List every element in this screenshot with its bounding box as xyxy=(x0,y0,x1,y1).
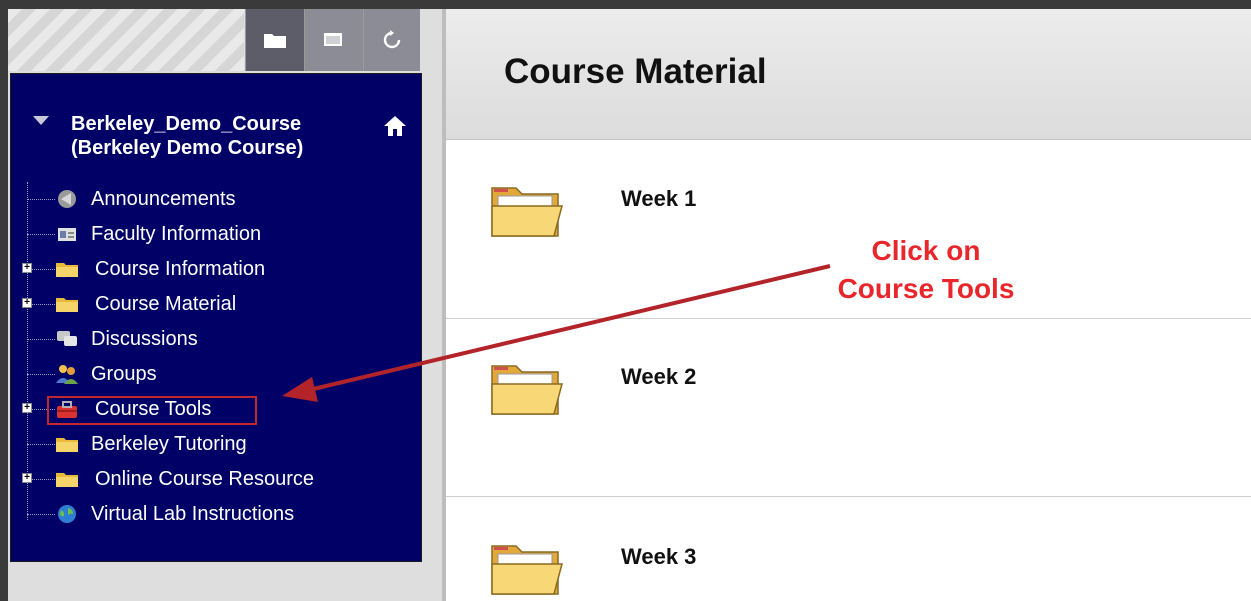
expand-icon[interactable]: + xyxy=(22,403,32,413)
window-top-border xyxy=(0,0,1251,9)
menu-item-discussions[interactable]: Discussions xyxy=(11,322,421,357)
menu-item-course-tools[interactable]: + Course Tools xyxy=(11,392,421,427)
menu-item-online-course-resource[interactable]: + Online Course Resource xyxy=(11,462,421,497)
menu-item-label: Faculty Information xyxy=(91,223,262,245)
menu-item-faculty-information[interactable]: Faculty Information xyxy=(11,217,421,252)
tree-branch xyxy=(27,234,55,235)
folder-view-icon xyxy=(264,34,286,48)
collapse-arrow-icon[interactable] xyxy=(33,116,49,125)
discussions-icon xyxy=(57,331,77,346)
menu-item-groups[interactable]: Groups xyxy=(11,357,421,392)
folder-icon[interactable] xyxy=(488,178,564,242)
annotation-callout: Click on Course Tools xyxy=(806,232,1046,308)
tree-branch xyxy=(27,444,55,445)
folder-view-button[interactable] xyxy=(245,9,304,71)
folder-icon[interactable] xyxy=(488,536,564,600)
expand-icon[interactable]: + xyxy=(22,473,32,483)
faculty-card-icon xyxy=(58,228,76,241)
menu-item-label: Berkeley Tutoring xyxy=(91,433,247,455)
row-separator xyxy=(446,496,1251,497)
tree-branch xyxy=(27,199,55,200)
home-icon[interactable] xyxy=(383,114,407,138)
menu-item-label: Virtual Lab Instructions xyxy=(91,503,295,525)
page-title: Course Material xyxy=(504,52,767,91)
globe-icon xyxy=(58,505,76,523)
menu-item-course-information[interactable]: + Course Information xyxy=(11,252,421,287)
announcements-icon xyxy=(58,190,76,208)
menu-item-label: Groups xyxy=(91,363,157,385)
course-title[interactable]: Berkeley_Demo_Course (Berkeley Demo Cour… xyxy=(71,112,303,160)
menu-item-label: Course Information xyxy=(95,258,266,280)
refresh-icon xyxy=(383,30,401,49)
week-3-link[interactable]: Week 3 xyxy=(621,544,696,570)
menu-item-label: Online Course Resource xyxy=(95,468,314,490)
folder-icon[interactable] xyxy=(488,356,564,420)
window-view-icon xyxy=(324,33,342,46)
window-view-button[interactable] xyxy=(304,9,363,71)
menu-item-announcements[interactable]: Announcements xyxy=(11,182,421,217)
week-1-link[interactable]: Week 1 xyxy=(621,186,696,212)
course-title-line1: Berkeley_Demo_Course xyxy=(71,113,302,135)
window-left-border xyxy=(0,0,8,601)
folder-icon xyxy=(56,473,78,487)
toolbox-icon xyxy=(57,401,77,418)
menu-item-label: Course Tools xyxy=(95,398,212,420)
toolbar-pattern xyxy=(8,9,244,71)
menu-item-label: Announcements xyxy=(91,188,236,210)
expand-icon[interactable]: + xyxy=(22,263,32,273)
course-title-line2: (Berkeley Demo Course) xyxy=(71,137,304,159)
tree-branch xyxy=(27,514,55,515)
week-2-link[interactable]: Week 2 xyxy=(621,364,696,390)
expand-icon[interactable]: + xyxy=(22,298,32,308)
tree-branch xyxy=(27,339,55,340)
course-menu: Berkeley_Demo_Course (Berkeley Demo Cour… xyxy=(10,73,422,562)
folder-icon xyxy=(56,263,78,277)
annotation-line1: Click on xyxy=(871,235,981,266)
tree-branch xyxy=(27,374,55,375)
lms-window: Berkeley_Demo_Course (Berkeley Demo Cour… xyxy=(0,0,1251,601)
folder-icon xyxy=(56,438,78,452)
refresh-button[interactable] xyxy=(363,9,420,71)
menu-item-label: Discussions xyxy=(91,328,198,350)
menu-item-course-material[interactable]: + Course Material xyxy=(11,287,421,322)
folder-icon xyxy=(56,298,78,312)
row-separator xyxy=(446,318,1251,319)
annotation-line2: Course Tools xyxy=(837,273,1015,304)
course-menu-tree: Announcements Faculty Information + Cour… xyxy=(11,182,421,532)
groups-icon xyxy=(56,365,78,384)
menu-item-label: Course Material xyxy=(95,293,237,315)
menu-item-virtual-lab-instructions[interactable]: Virtual Lab Instructions xyxy=(11,497,421,532)
menu-item-berkeley-tutoring[interactable]: Berkeley Tutoring xyxy=(11,427,421,462)
